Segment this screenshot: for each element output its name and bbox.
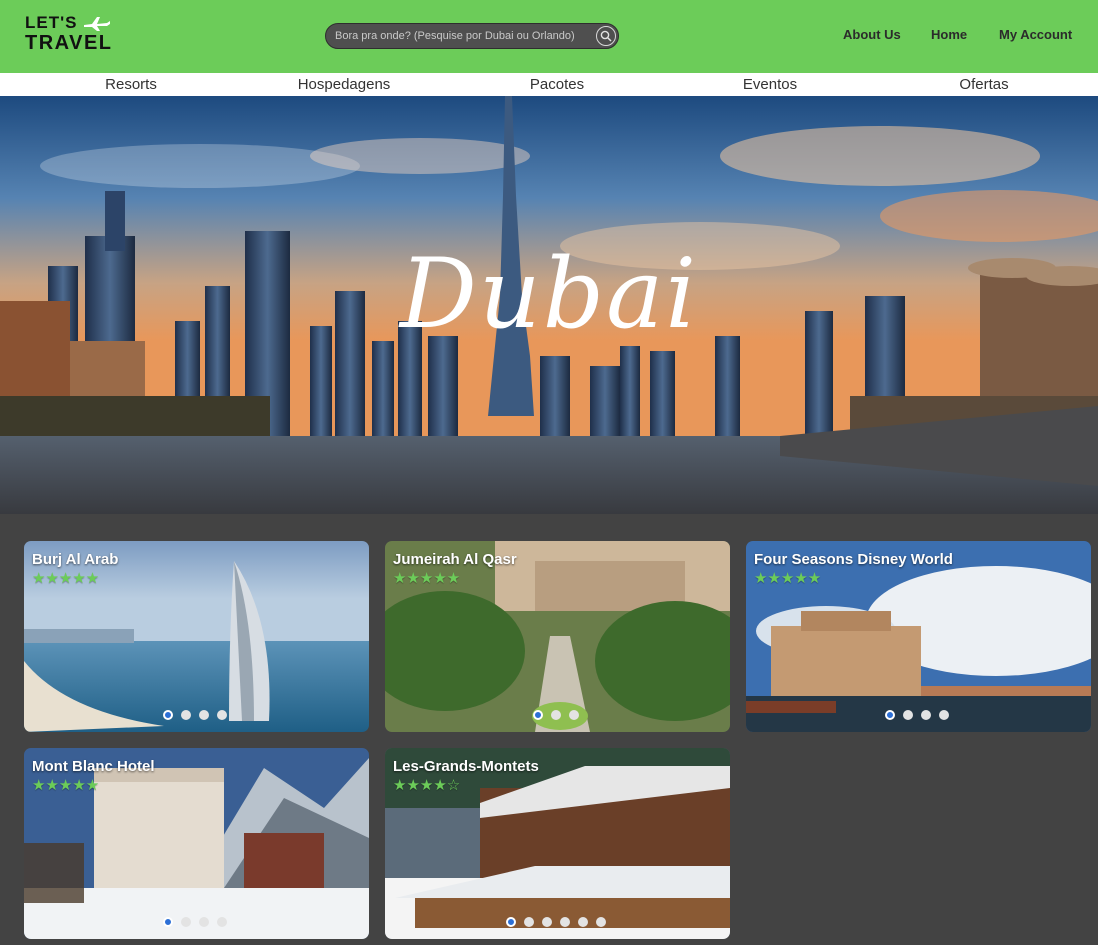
card-title: Les-Grands-Montets <box>393 758 539 775</box>
carousel-dots <box>163 917 235 929</box>
carousel-dot[interactable] <box>217 710 227 720</box>
logo-line-2: TRAVEL <box>25 32 113 54</box>
hotel-card-mont-blanc-hotel[interactable]: Mont Blanc Hotel ★★★★★ <box>24 748 369 939</box>
search-input[interactable] <box>335 28 585 44</box>
hotel-card-les-grands-montets[interactable]: Les-Grands-Montets ★★★★☆ <box>385 748 730 939</box>
nav-my-account[interactable]: My Account <box>999 27 1072 42</box>
carousel-dot[interactable] <box>939 710 949 720</box>
card-title: Four Seasons Disney World <box>754 551 953 568</box>
card-title: Jumeirah Al Qasr <box>393 551 517 568</box>
logo-line-1: LET'S <box>25 13 78 32</box>
category-pacotes[interactable]: Pacotes <box>530 76 584 93</box>
carousel-dot[interactable] <box>533 710 543 720</box>
carousel-dots <box>506 917 614 929</box>
hotel-card-four-seasons-disney-world[interactable]: Four Seasons Disney World ★★★★★ <box>746 541 1091 732</box>
category-hospedagens[interactable]: Hospedagens <box>298 76 391 93</box>
carousel-dot[interactable] <box>903 710 913 720</box>
hotel-card-burj-al-arab[interactable]: Burj Al Arab ★★★★★ <box>24 541 369 732</box>
carousel-dot[interactable] <box>199 710 209 720</box>
carousel-dot[interactable] <box>506 917 516 927</box>
carousel-dot[interactable] <box>578 917 588 927</box>
category-ofertas[interactable]: Ofertas <box>959 76 1008 93</box>
airplane-icon <box>84 17 110 31</box>
carousel-dot[interactable] <box>163 710 173 720</box>
star-rating: ★★★★★ <box>32 570 100 587</box>
nav-about-us[interactable]: About Us <box>843 27 901 42</box>
carousel-dot[interactable] <box>551 710 561 720</box>
carousel-dots <box>163 710 235 722</box>
carousel-dot[interactable] <box>524 917 534 927</box>
carousel-dot[interactable] <box>542 917 552 927</box>
card-title: Mont Blanc Hotel <box>32 758 155 775</box>
carousel-dot[interactable] <box>885 710 895 720</box>
hero-banner: Dubai <box>0 96 1098 514</box>
star-rating: ★★★★★ <box>32 777 100 794</box>
search-button[interactable] <box>596 26 616 46</box>
carousel-dots <box>885 710 957 722</box>
carousel-dot[interactable] <box>560 917 570 927</box>
search-bar <box>325 23 619 49</box>
carousel-dot[interactable] <box>181 710 191 720</box>
logo[interactable]: LET'S TRAVEL <box>25 14 115 54</box>
category-eventos[interactable]: Eventos <box>743 76 797 93</box>
category-resorts[interactable]: Resorts <box>105 76 157 93</box>
carousel-dots <box>533 710 587 722</box>
carousel-dot[interactable] <box>217 917 227 927</box>
search-icon <box>600 30 612 42</box>
carousel-dot[interactable] <box>199 917 209 927</box>
carousel-dot[interactable] <box>181 917 191 927</box>
nav-home[interactable]: Home <box>931 27 967 42</box>
star-rating: ★★★★★ <box>754 570 822 587</box>
category-bar: Resorts Hospedagens Pacotes Eventos Ofer… <box>0 73 1098 96</box>
carousel-dot[interactable] <box>569 710 579 720</box>
carousel-dot[interactable] <box>163 917 173 927</box>
top-bar: LET'S TRAVEL About Us Home My Account <box>0 0 1098 73</box>
hero-title: Dubai <box>399 238 699 350</box>
carousel-dot[interactable] <box>921 710 931 720</box>
star-rating: ★★★★★ <box>393 570 461 587</box>
hotel-card-jumeirah-al-qasr[interactable]: Jumeirah Al Qasr ★★★★★ <box>385 541 730 732</box>
card-title: Burj Al Arab <box>32 551 119 568</box>
star-rating: ★★★★☆ <box>393 777 461 794</box>
carousel-dot[interactable] <box>596 917 606 927</box>
